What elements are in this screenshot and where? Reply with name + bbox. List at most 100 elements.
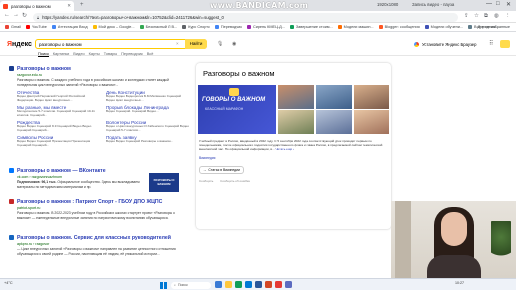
result-title[interactable]: Разговоры о важном : Патриот Спорт - ГБО… [17, 199, 189, 205]
new-tab-button[interactable]: + [80, 2, 84, 8]
taskbar-search[interactable]: ⌕ Поиск [171, 281, 211, 289]
report-error-link[interactable]: Сообщить об ошибке [220, 179, 250, 183]
maximize-button[interactable]: □ [496, 1, 500, 7]
search-result: Разговоры о важном. Сервис для классных … [9, 235, 189, 256]
sitelink[interactable]: Рождества Видео Видео Сценарий 8-9 Сценар… [17, 120, 100, 133]
taskbar-search-label: Поиск [177, 283, 188, 287]
file-explorer-icon[interactable] [225, 281, 232, 288]
install-browser-link[interactable]: Установите Яндекс Браузер [414, 41, 476, 47]
address-bar[interactable]: 🔒︎ https://yandex.ru/search/?text=разгов… [33, 12, 458, 22]
bookmark-attestation[interactable]: Аттестация Вход [51, 25, 88, 29]
knowledge-panel-main-image[interactable]: ГОВОРЫ О ВАЖНОМ КЛАССНЫЙ МАРАФОН [198, 85, 276, 134]
knowledge-panel-photo[interactable] [278, 85, 314, 109]
bookmark-completion[interactable]: Завершение стоим... [289, 25, 333, 29]
knowledge-panel-photo[interactable] [354, 110, 389, 134]
back-icon[interactable]: ← [4, 12, 10, 18]
camera-search-icon[interactable]: ◉ [232, 41, 236, 47]
bookmark-youtube[interactable]: YouTube [25, 25, 47, 29]
bandicam-icon[interactable] [275, 281, 282, 288]
bookmark-icon [246, 25, 251, 29]
tab-products[interactable]: Товары [104, 51, 117, 57]
close-tab-icon[interactable]: ✕ [67, 3, 71, 9]
source-link[interactable]: Википедия [199, 156, 215, 160]
bookmark-translator[interactable]: Переводчик [214, 25, 242, 29]
tab-search[interactable]: Поиск [38, 51, 49, 57]
read-more-link[interactable]: Читать ещё › [275, 147, 294, 151]
knowledge-panel-photo[interactable] [278, 110, 314, 134]
bookmark-icon [424, 25, 429, 29]
bookmark-gmail[interactable]: Gmail [5, 25, 21, 29]
tab-translator[interactable]: Переводчик [121, 51, 143, 57]
result-title[interactable]: Разговоры о важном — ВКонтакте [17, 168, 144, 174]
word-icon[interactable] [255, 281, 262, 288]
star-icon[interactable]: ☆ [474, 13, 479, 19]
result-url[interactable]: razgovor.edu.ru [17, 73, 189, 77]
bookmark-blogger[interactable]: Blogger: сообщения [378, 25, 420, 29]
close-window-button[interactable]: ✕ [506, 1, 511, 8]
sitelink[interactable]: Подать заявку Видео Видео Сценарий Разгов… [106, 135, 189, 148]
forward-icon[interactable]: → [13, 12, 19, 18]
minimize-button[interactable]: — [486, 1, 492, 7]
sitelink[interactable]: Мы разные, мы вместе Методические 5-7 кла… [17, 105, 100, 118]
profile-icon[interactable]: ◍ [494, 13, 499, 19]
result-url[interactable]: vk.com › razgovorsvazhnom [17, 175, 144, 179]
sitelink[interactable]: Символы России Видео Видео Сценарий Презе… [17, 135, 100, 148]
powerpoint-icon[interactable] [265, 281, 272, 288]
knowledge-panel-photo[interactable] [316, 110, 352, 134]
clear-search-icon[interactable]: × [176, 41, 179, 46]
bookmark-google-drive[interactable]: Мой диск – Google... [92, 25, 135, 29]
search-input[interactable] [39, 40, 179, 48]
search-button[interactable]: Найти [185, 38, 207, 49]
extensions-icon[interactable]: ⧉ [484, 13, 488, 20]
taskbar-apps [215, 281, 295, 288]
browser-tab[interactable]: разговоры о важном ✕ [0, 1, 74, 11]
bookmark-models[interactable]: Модели машин... [337, 25, 374, 29]
result-url[interactable]: apkpro.ru › razgovor [17, 242, 189, 246]
lock-icon: 🔒︎ [37, 14, 40, 20]
share-icon[interactable]: ⇪ [464, 13, 469, 19]
wikipedia-article-button[interactable]: → Статья в Википедии [199, 166, 244, 174]
menu-icon[interactable]: ⋮ [505, 13, 511, 19]
bookmark-label: Сирень КМЕЦ-Д... [252, 25, 285, 29]
sitelink[interactable]: Прорыв блокады Ленинграда Видео Сценарий.… [106, 105, 189, 118]
yandex-logo[interactable]: Яндекс [7, 41, 32, 48]
windows-start-icon[interactable] [160, 281, 167, 289]
sitelink[interactable]: День Конституции Видео Видео Видеоролик Б… [106, 90, 189, 103]
edge-icon[interactable] [245, 281, 252, 288]
bookmark-icon [139, 25, 144, 29]
result-favicon-icon [9, 66, 14, 71]
apps-grid-icon[interactable]: ⠿ [489, 40, 493, 47]
search-box: × Найти [35, 38, 207, 49]
sitelink-desc: Видео Видео Сценарий 8-9 Сценарий Видео … [17, 124, 92, 132]
microphone-icon[interactable]: 🎙︎ [217, 41, 223, 47]
sitelink[interactable]: Волонтеры России Видео о Цикл внеурочных … [106, 120, 189, 133]
tab-maps[interactable]: Карты [89, 51, 100, 57]
bookmark-siren[interactable]: Сирень КМЕЦ-Д... [246, 25, 285, 29]
bookmark-safe[interactable]: Безопасный Л В... [139, 25, 177, 29]
result-snippet: Разговоры о важном. В 2022-2023 учебном … [17, 211, 175, 220]
app-icon[interactable] [285, 281, 292, 288]
tab-video[interactable]: Видео [73, 51, 84, 57]
bookmark-course[interactable]: Курс Спортс [182, 25, 210, 29]
sitelink[interactable]: Отечества Видео Дмитрий Перовский Георгий… [17, 90, 100, 103]
sitelink-desc: Видео Видео Сценарий Презентация Презент… [17, 139, 91, 148]
task-view-icon[interactable] [215, 281, 222, 288]
other-bookmarks[interactable]: Другие избранные [478, 25, 510, 29]
result-title[interactable]: Разговоры о важном [17, 66, 189, 72]
result-url[interactable]: patriot-sport.ru [17, 206, 189, 210]
bookmark-learning[interactable]: Модели обучени... [424, 25, 463, 29]
knowledge-panel-photo[interactable] [316, 85, 352, 109]
login-button[interactable] [500, 40, 510, 48]
result-title[interactable]: Разговоры о важном. Сервис для классных … [17, 235, 189, 241]
vk-icon [9, 168, 14, 173]
result-thumbnail[interactable]: РАЗГОВОРЫ О ВАЖНОМ [149, 173, 179, 192]
report-link[interactable]: Сообщить [199, 179, 213, 183]
knowledge-panel-photo[interactable] [354, 85, 389, 109]
tab-images[interactable]: Картинки [53, 51, 70, 57]
system-tray-clock[interactable]: 10:27 [455, 281, 464, 285]
windows-taskbar: +4°C ⌕ Поиск 10:27 [0, 278, 516, 290]
tab-all[interactable]: Всё [147, 51, 154, 57]
weather-widget[interactable]: +4°C [4, 281, 13, 285]
reload-icon[interactable]: ↻ [22, 12, 27, 19]
chrome-icon[interactable] [235, 281, 242, 288]
